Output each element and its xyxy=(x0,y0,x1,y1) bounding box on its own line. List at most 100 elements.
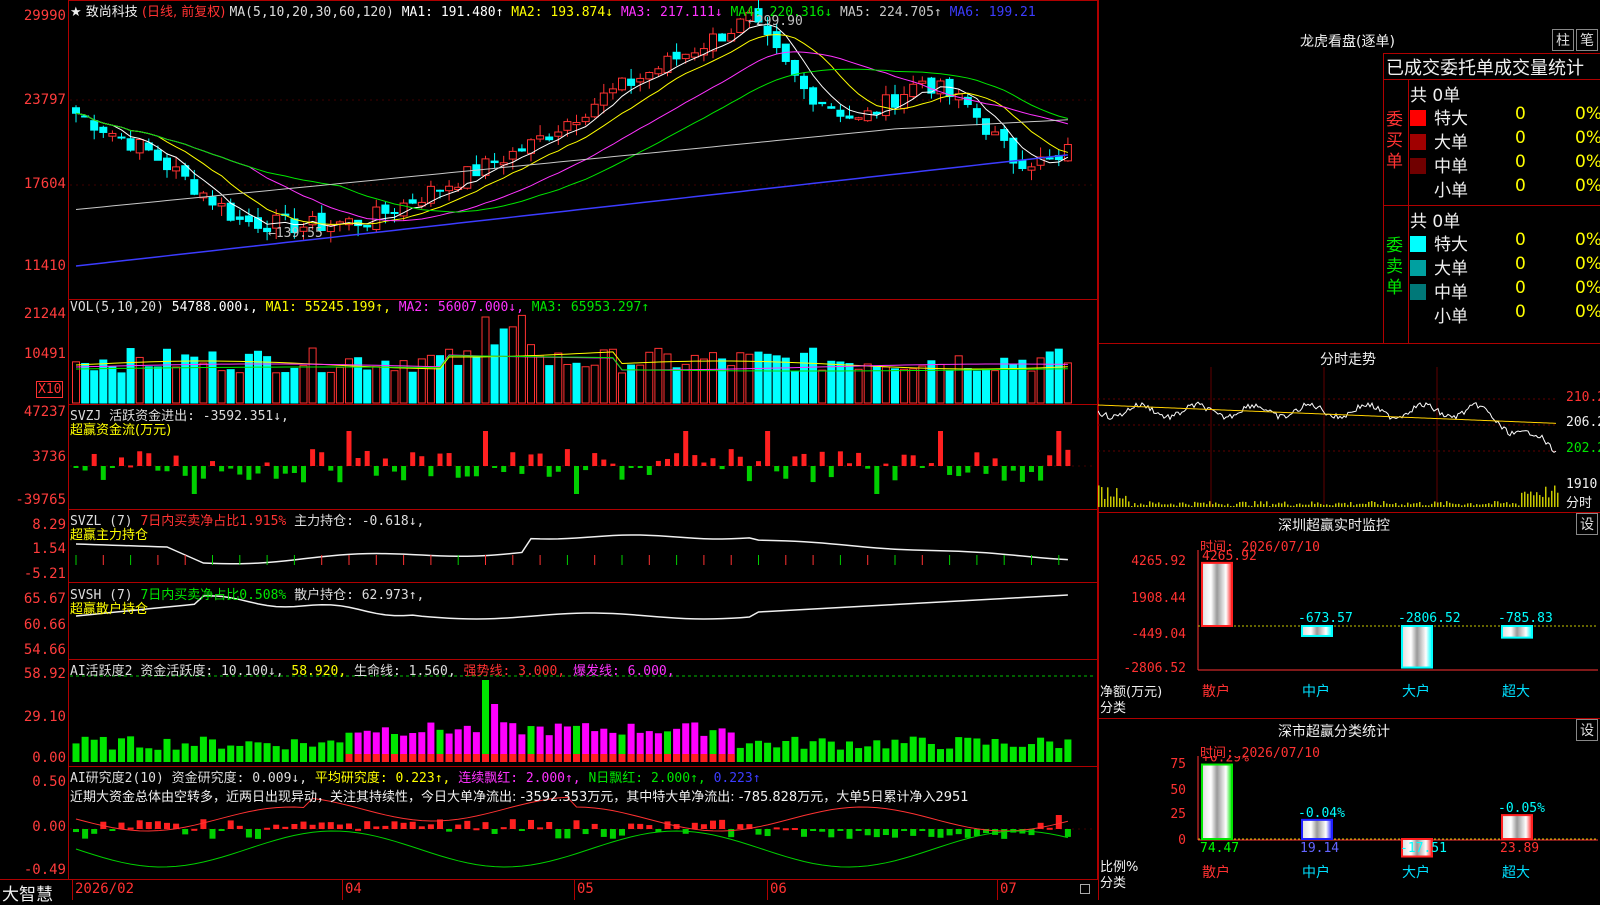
volume-bar xyxy=(590,364,599,404)
volume-bar xyxy=(863,363,872,404)
header-segment: 58.920, xyxy=(291,664,355,679)
flow-bar xyxy=(146,453,152,466)
volume-bar xyxy=(499,328,508,404)
activity-base-bar xyxy=(500,754,508,762)
volume-bar xyxy=(144,366,153,404)
intraday-volume-bar xyxy=(1128,501,1130,507)
intraday-volume-bar xyxy=(1317,502,1319,507)
research-bar xyxy=(537,827,544,830)
volume-bar xyxy=(618,372,626,404)
research-bar xyxy=(273,824,280,829)
activity-base-bar xyxy=(709,754,717,762)
category-bar xyxy=(1501,814,1533,840)
intraday-volume-bar xyxy=(1230,505,1232,507)
category-label: 超大 xyxy=(1502,865,1530,881)
flow-bar xyxy=(291,466,297,473)
intraday-volume-bar xyxy=(1251,505,1253,507)
flow-bar xyxy=(592,453,598,466)
research-bar xyxy=(182,829,189,835)
svzl-sub: 超赢主力持仓 xyxy=(70,528,149,543)
star-icon[interactable]: ★ xyxy=(70,5,82,20)
volume-bar xyxy=(645,351,654,404)
flow-bar xyxy=(774,466,780,472)
volume-bar xyxy=(181,354,190,404)
intraday-volume-bar xyxy=(1329,505,1331,507)
activity-base-bar xyxy=(718,754,726,762)
bar-view-button[interactable]: 柱 xyxy=(1552,29,1574,51)
volume-bar xyxy=(709,352,717,404)
flow-bar xyxy=(246,466,252,480)
activity-bar xyxy=(827,741,835,762)
color-swatch-icon xyxy=(1410,158,1426,174)
volume-bar xyxy=(135,356,144,404)
intraday-volume-bar xyxy=(1257,504,1259,507)
svg-text:50: 50 xyxy=(1170,783,1186,798)
volume-bar xyxy=(954,355,963,404)
research-bar xyxy=(810,829,817,831)
volume-bar xyxy=(736,352,745,404)
volume-bar xyxy=(718,358,727,404)
intraday-volume-bar xyxy=(1176,505,1178,507)
flow-bar xyxy=(437,453,443,466)
pen-view-button[interactable]: 笔 xyxy=(1576,29,1598,51)
intraday-volume-bar xyxy=(1350,501,1352,507)
volume-bar xyxy=(827,360,836,404)
activity-base-bar xyxy=(482,754,489,762)
intraday-volume-bar xyxy=(1485,504,1487,507)
candle xyxy=(490,160,499,164)
date-label: 07 xyxy=(1000,881,1017,897)
candle xyxy=(90,120,99,131)
sz-monitor-settings-button[interactable]: 设 xyxy=(1576,513,1598,535)
activity-bar xyxy=(327,740,335,762)
activity-bar xyxy=(800,748,808,762)
activity-bar xyxy=(955,737,963,762)
intraday-volume-bar xyxy=(1557,492,1559,507)
flow-bar xyxy=(1001,466,1007,481)
research-bar xyxy=(546,822,553,829)
research-bar xyxy=(209,829,216,839)
ai2-axis-3: -0.49 xyxy=(23,862,66,878)
volume-bar xyxy=(754,351,763,404)
flow-bar xyxy=(191,466,197,494)
research-bar xyxy=(755,829,762,835)
sz-class-settings-button[interactable]: 设 xyxy=(1576,719,1598,741)
intraday-volume-bar xyxy=(1542,496,1544,507)
candle xyxy=(235,216,244,220)
research-bar xyxy=(455,824,462,829)
activity-bar xyxy=(973,738,981,762)
volume-bar xyxy=(545,365,554,404)
intraday-volume-bar xyxy=(1443,504,1445,507)
intraday-volume-bar xyxy=(1149,501,1151,507)
intraday-avg-line xyxy=(1098,404,1557,424)
lock-icon[interactable] xyxy=(1080,884,1090,894)
activity-bar xyxy=(864,746,872,762)
sz-monitor-ylabel2: 分类 xyxy=(1100,701,1127,716)
volume-bar xyxy=(1000,357,1009,404)
research-bar xyxy=(801,829,807,837)
intraday-volume-bar xyxy=(1446,501,1448,507)
chart-area[interactable]: ★ 致尚科技 (日线, 前复权) MA(5,10,20,30,60,120) M… xyxy=(0,0,1098,905)
order-stat-row: 中单 0 0% xyxy=(1410,152,1600,177)
volume-bar xyxy=(463,350,472,404)
header-segment: MA1: 191.480↑ xyxy=(401,5,512,20)
flow-bar xyxy=(182,466,188,476)
activity-base-bar xyxy=(700,754,708,762)
candle xyxy=(563,121,572,131)
category-label: 中户 xyxy=(1302,864,1330,881)
research-bar xyxy=(355,828,362,831)
ai2-axis-2: 0.00 xyxy=(32,819,66,835)
volume-bar xyxy=(317,372,326,404)
intraday-volume-bar xyxy=(1539,495,1541,507)
intraday-chart[interactable] xyxy=(1098,367,1600,512)
category-bar xyxy=(1501,625,1533,639)
flow-bar xyxy=(765,431,771,466)
activity-bar xyxy=(755,740,762,762)
candle xyxy=(891,94,899,108)
intraday-volume-bar xyxy=(1164,504,1166,507)
activity-base-bar xyxy=(445,754,453,762)
candle xyxy=(736,18,745,33)
activity-base-bar xyxy=(609,754,617,762)
candle xyxy=(445,185,454,192)
volume-bar xyxy=(654,347,663,404)
volume-bar xyxy=(845,363,854,404)
